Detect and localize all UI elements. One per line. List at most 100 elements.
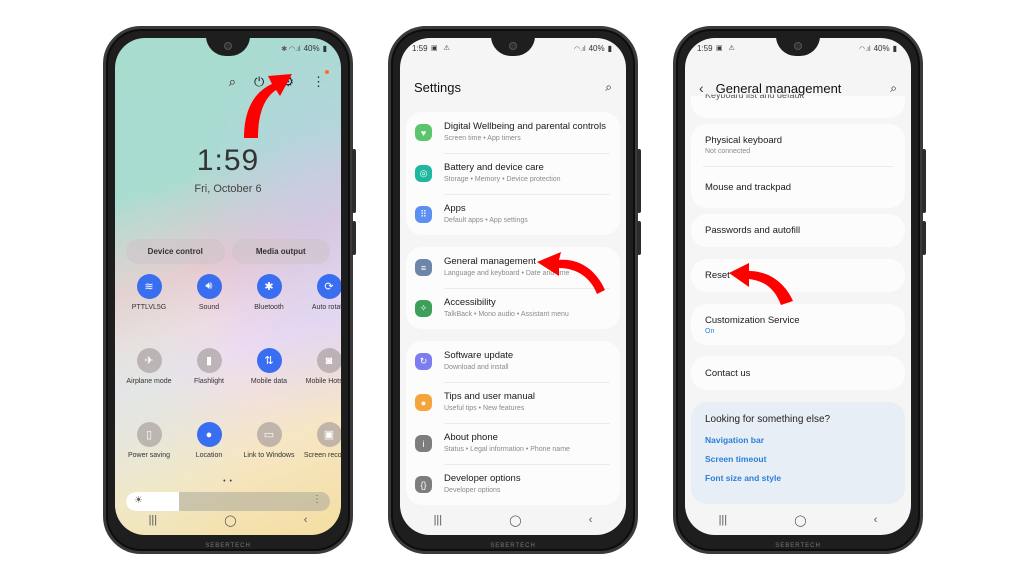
page-title: Settings [414, 80, 461, 95]
phone-general-management: 1:59 ▣ ⚠ ◠.ıl 40% ▮ ‹ General management… [673, 26, 926, 554]
passwords-card: Passwords and autofill [691, 214, 905, 247]
quick-tile-label: Link to Windows [243, 452, 295, 459]
screen-recorder-icon[interactable]: ▣ [316, 422, 341, 447]
settings-item-title: Apps [444, 203, 466, 214]
location-icon[interactable]: ● [196, 422, 222, 447]
link-to-windows-icon[interactable]: ▭ [256, 422, 282, 447]
quick-tile-label: Power saving [127, 452, 171, 459]
navigation-bar: ||| ◯ ‹ [685, 511, 911, 529]
settings-item-developer-options[interactable]: {} Developer options Developer options [406, 464, 620, 505]
customization-service-item[interactable]: Customization Service On [691, 304, 905, 345]
flashlight-icon[interactable]: ▮ [196, 348, 222, 373]
physical-keyboard-item[interactable]: Physical keyboard Not connected [691, 124, 905, 166]
settings-item-title: Digital Wellbeing and parental controls [444, 121, 606, 132]
looking-for-something-else-card: Looking for something else? Navigation b… [691, 402, 905, 504]
input-devices-card: Physical keyboard Not connected Mouse an… [691, 124, 905, 208]
quick-tile[interactable]: ● Location [179, 422, 239, 484]
date: Fri, October 6 [194, 183, 262, 195]
quick-tile[interactable]: ◙ Mobile Hotspot [299, 348, 341, 410]
search-icon[interactable]: ⌕ [605, 80, 612, 95]
developer-options-icon: {} [415, 476, 432, 493]
signal-icons: ◠.ıl [574, 45, 586, 53]
item-subtitle: On [705, 327, 715, 335]
device-control-button[interactable]: Device control [126, 239, 225, 264]
settings-item-digital-wellbeing-and-parental-controls[interactable]: ♥ Digital Wellbeing and parental controls… [406, 112, 620, 153]
link-screen-timeout[interactable]: Screen timeout [705, 454, 891, 464]
notification-dot [325, 70, 329, 74]
home-button[interactable]: ◯ [794, 514, 806, 527]
accessibility-icon: ✧ [415, 300, 432, 317]
apps-icon: ⠿ [415, 206, 432, 223]
recents-button[interactable]: ||| [434, 514, 443, 526]
quick-tile[interactable]: ▮ Flashlight [179, 348, 239, 410]
quick-tile[interactable]: 🔊︎ Sound [179, 274, 239, 336]
mouse-trackpad-item[interactable]: Mouse and trackpad [691, 166, 905, 208]
quick-tile[interactable]: ✱ Bluetooth [239, 274, 299, 336]
power-saving-icon[interactable]: ▯ [136, 422, 162, 447]
search-icon[interactable]: ⌕ [890, 81, 897, 96]
settings-item-subtitle: Default apps • App settings [444, 217, 528, 224]
back-button[interactable]: ‹ [589, 514, 593, 526]
navigation-bar: ||| ◯ ‹ [400, 511, 626, 529]
watermark: SEBERTECH [205, 543, 251, 549]
battery-icon: ▮ [892, 44, 897, 53]
brightness-more-icon[interactable]: ⋮ [312, 494, 322, 505]
settings-item-subtitle: Storage • Memory • Device protection [444, 176, 561, 183]
hotspot-icon[interactable]: ◙ [316, 348, 341, 373]
quick-tile-label: Flashlight [194, 378, 224, 385]
item-title: Passwords and autofill [705, 225, 801, 236]
settings-item-about-phone[interactable]: i About phone Status • Legal information •… [406, 423, 620, 464]
item-title: Contact us [705, 367, 751, 379]
quick-tile[interactable]: ⟳ Auto rotate [299, 274, 341, 336]
settings-item-tips-and-user-manual[interactable]: ● Tips and user manual Useful tips • New f… [406, 382, 620, 423]
watermark: SEBERTECH [775, 543, 821, 549]
back-button[interactable]: ‹ [874, 514, 878, 526]
quick-tile-label: PTTLVL5G [131, 304, 167, 311]
notification-icons: ▣ ⚠ [716, 45, 737, 52]
bluetooth-icon[interactable]: ✱ [256, 274, 282, 299]
battery-icon: ▮ [322, 44, 327, 53]
quick-tile[interactable]: ≋ PTTLVL5G [119, 274, 179, 336]
media-output-button[interactable]: Media output [231, 239, 330, 264]
settings-item-title: About phone [444, 432, 498, 443]
home-button[interactable]: ◯ [509, 514, 521, 527]
settings-item-software-update[interactable]: ↻ Software update Download and install [406, 341, 620, 382]
item-title: Customization Service [705, 314, 800, 326]
home-button[interactable]: ◯ [224, 514, 236, 527]
mobile-data-icon[interactable]: ⇅ [256, 348, 282, 373]
passwords-autofill-item[interactable]: Passwords and autofill [691, 214, 905, 247]
quick-tile[interactable]: ▣ Screen recorder [299, 422, 341, 484]
more-options-icon[interactable]: ⋮ [312, 70, 329, 90]
quick-tile[interactable]: ▯ Power saving [119, 422, 179, 484]
recents-button[interactable]: ||| [719, 514, 728, 526]
link-font-size-style[interactable]: Font size and style [705, 473, 891, 483]
sound-icon[interactable]: 🔊︎ [196, 274, 222, 299]
watermark: SEBERTECH [490, 543, 536, 549]
reset-item[interactable]: Reset [691, 259, 905, 292]
settings-item-apps[interactable]: ⠿ Apps Default apps • App settings [406, 194, 620, 235]
settings-item-subtitle: TalkBack • Mono audio • Assistant menu [444, 311, 569, 318]
tips-icon: ● [415, 394, 432, 411]
brightness-slider[interactable]: ☀ ⋮ [126, 492, 330, 511]
back-button[interactable]: ‹ [304, 514, 308, 526]
contact-us-item[interactable]: Contact us [691, 356, 905, 390]
reset-card: Reset [691, 259, 905, 292]
wifi-icon[interactable]: ≋ [136, 274, 162, 299]
settings-item-subtitle: Download and install [444, 364, 509, 371]
settings-item-battery-and-device-care[interactable]: ◎ Battery and device care Storage • Memory… [406, 153, 620, 194]
quick-tile-label: Mobile Hotspot [305, 378, 341, 385]
recents-button[interactable]: ||| [149, 514, 158, 526]
battery-icon: ▮ [607, 44, 612, 53]
link-navigation-bar[interactable]: Navigation bar [705, 435, 891, 445]
quick-tile[interactable]: ▭ Link to Windows [239, 422, 299, 484]
keyboard-list-card[interactable]: Keyboard list and default [691, 95, 905, 118]
quick-tile[interactable]: ⇅ Mobile data [239, 348, 299, 410]
back-arrow-icon[interactable]: ‹ [699, 80, 704, 96]
contact-card: Contact us [691, 356, 905, 390]
quick-tile[interactable]: ✈ Airplane mode [119, 348, 179, 410]
quick-tile-label: Mobile data [250, 378, 288, 385]
notification-icons: ▣ ⚠ [431, 45, 452, 52]
search-icon[interactable]: ⌕ [229, 74, 236, 90]
auto-rotate-icon[interactable]: ⟳ [316, 274, 341, 299]
airplane-icon[interactable]: ✈ [136, 348, 162, 373]
